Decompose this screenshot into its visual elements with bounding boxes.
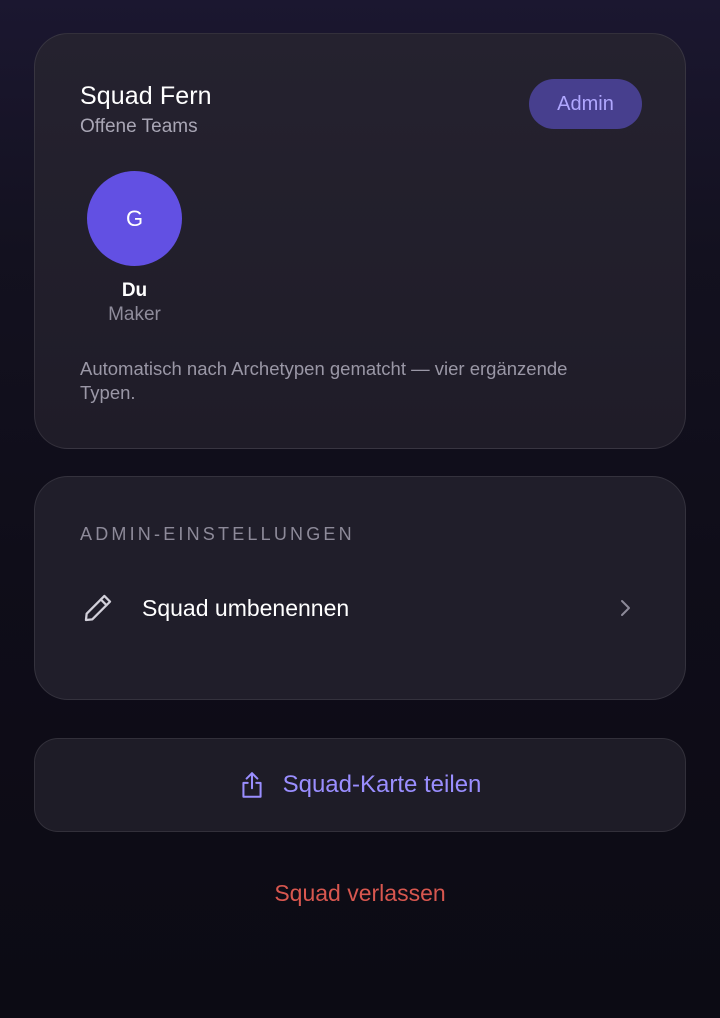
squad-name: Squad Fern bbox=[80, 82, 212, 110]
share-icon bbox=[242, 772, 262, 798]
member-avatar[interactable]: G bbox=[87, 171, 182, 266]
share-squad-card-label: Squad-Karte teilen bbox=[282, 771, 482, 798]
member-name: Du bbox=[121, 280, 148, 301]
admin-settings-card: ADMIN-EINSTELLUNGEN Squad umbenennen bbox=[34, 476, 686, 700]
rename-squad-row[interactable]: Squad umbenennen bbox=[75, 577, 645, 639]
admin-role-badge: Admin bbox=[529, 79, 642, 129]
squad-subtitle: Offene Teams bbox=[80, 116, 198, 137]
leave-squad-button[interactable]: Squad verlassen bbox=[0, 880, 720, 907]
squad-card: Squad Fern Offene Teams Admin G Du Maker… bbox=[34, 33, 686, 449]
member-archetype: Maker bbox=[108, 304, 161, 325]
chevron-right-icon bbox=[621, 600, 630, 616]
rename-squad-label: Squad umbenennen bbox=[142, 594, 350, 621]
admin-settings-label: ADMIN-EINSTELLUNGEN bbox=[80, 524, 355, 544]
pencil-icon bbox=[84, 594, 112, 622]
share-squad-card-button[interactable]: Squad-Karte teilen bbox=[34, 738, 686, 832]
match-note: Automatisch nach Archetypen gematcht — v… bbox=[80, 358, 568, 403]
